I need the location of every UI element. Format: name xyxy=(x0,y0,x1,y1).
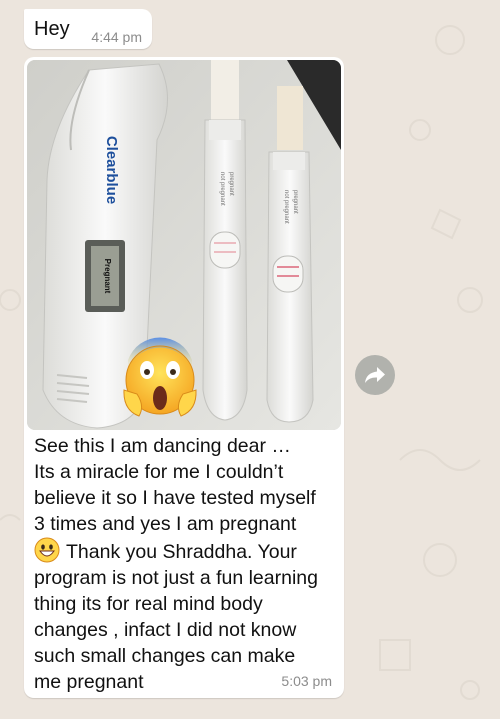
message-bubble-photo[interactable]: Pregnant Clearblue pregnant not pregnant xyxy=(24,57,344,698)
forward-button[interactable] xyxy=(355,355,395,395)
caption-line: See this I am dancing dear … xyxy=(34,435,291,457)
caption-line: Its a miracle for me I couldn’t xyxy=(34,461,284,483)
message-timestamp: 4:44 pm xyxy=(91,29,142,45)
brand-logo-text: Clearblue xyxy=(103,136,120,204)
strip-label-pregnant: pregnant xyxy=(228,172,234,196)
caption-line-with-emoji: Thank you Shraddha. Your xyxy=(34,537,339,565)
message-bubble-hey[interactable]: Hey 4:44 pm xyxy=(24,9,152,49)
caption-line: changes , infact I did not know xyxy=(34,619,297,641)
forward-arrow-icon xyxy=(365,367,385,383)
caption-line: Thank you Shraddha. Your xyxy=(66,541,297,563)
screaming-face-emoji-icon xyxy=(123,337,197,417)
caption-line: 3 times and yes I am pregnant xyxy=(34,513,297,535)
strip-label-not-pregnant: not pregnant xyxy=(283,190,289,224)
caption-line: believe it so I have tested myself xyxy=(34,487,316,509)
message-timestamp: 5:03 pm xyxy=(281,673,332,689)
strip-label-pregnant: pregnant xyxy=(292,190,298,214)
strip-label-not-pregnant: not pregnant xyxy=(219,172,225,206)
caption-line: thing its for real mind body xyxy=(34,593,263,615)
message-text: Hey xyxy=(34,18,70,40)
caption-line: program is not just a fun learning xyxy=(34,567,318,589)
pregnancy-tests-photo[interactable]: Pregnant Clearblue pregnant not pregnant xyxy=(27,60,341,430)
digital-screen-text: Pregnant xyxy=(103,259,112,294)
grinning-face-emoji-icon xyxy=(34,537,60,563)
caption-line: such small changes can make xyxy=(34,645,296,667)
message-caption: See this I am dancing dear … Its a mirac… xyxy=(34,433,339,695)
